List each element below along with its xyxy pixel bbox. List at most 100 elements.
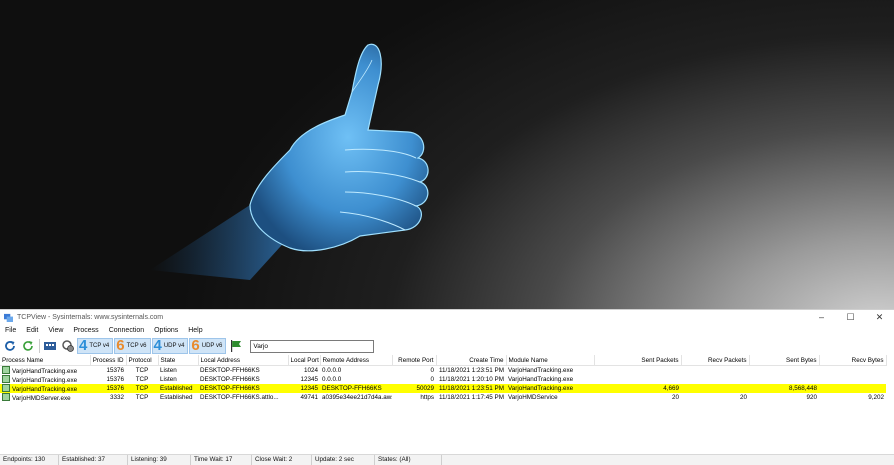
process-name: VarjoHandTracking.exe: [12, 377, 78, 384]
col-module-name[interactable]: Module Name: [506, 355, 595, 366]
network-card-icon: [44, 342, 56, 350]
col-local-address[interactable]: Local Address: [198, 355, 289, 366]
table-header: Process Name Process ID Protocol State L…: [0, 355, 887, 366]
table-cell: 15376: [106, 367, 124, 374]
col-local-port[interactable]: Local Port: [288, 355, 321, 366]
table-cell: TCP: [135, 394, 149, 401]
process-name-cell: VarjoHandTracking.exe: [0, 384, 90, 393]
table-cell: TCP: [126, 384, 158, 393]
flag-icon: [231, 340, 242, 352]
settings-button[interactable]: [60, 338, 76, 354]
col-protocol[interactable]: Protocol: [126, 355, 159, 366]
table-cell: DESKTOP-FFH66KS: [320, 384, 392, 393]
tcp-v4-label: TCP v4: [89, 343, 110, 349]
autorefresh-button[interactable]: [20, 338, 36, 354]
table-cell: Listen: [160, 367, 177, 374]
menu-file[interactable]: File: [0, 325, 21, 336]
menu-process[interactable]: Process: [68, 325, 103, 336]
table-cell: DESKTOP-FFH66KS: [200, 367, 260, 374]
table-row[interactable]: VarjoHandTracking.exe 15376 TCP Listen D…: [0, 375, 886, 384]
table-cell: 0: [430, 367, 434, 374]
col-recv-packets[interactable]: Recv Packets: [681, 355, 750, 366]
table-cell: 3332: [109, 394, 124, 401]
connections-table: Process Name Process ID Protocol State L…: [0, 355, 887, 402]
table-cell: 4,669: [594, 384, 681, 393]
table-cell: VarjoHandTracking.exe: [506, 384, 594, 393]
tcp-v6-number: 6: [116, 337, 125, 354]
process-name-cell: VarjoHandTracking.exe: [0, 366, 90, 375]
window-title: TCPView - Sysinternals: www.sysinternals…: [17, 313, 164, 321]
table-cell: [749, 366, 819, 376]
menu-view[interactable]: View: [43, 325, 68, 336]
col-remote-address[interactable]: Remote Address: [320, 355, 393, 366]
udp-v6-toggle[interactable]: 6 UDP v6: [189, 338, 227, 354]
process-icon: [2, 393, 10, 401]
col-sent-bytes[interactable]: Sent Bytes: [749, 355, 820, 366]
table-cell: 50029: [392, 384, 436, 393]
thumbs-up-hand-image: [150, 43, 429, 280]
table-cell: [681, 384, 749, 393]
table-row[interactable]: VarjoHandTracking.exe 15376 TCP Listen D…: [0, 366, 886, 376]
process-icon: [2, 384, 10, 392]
table-cell: 49741: [300, 394, 318, 401]
table-cell: 12345: [300, 376, 318, 383]
table-cell: 11/18/2021 1:23:51 PM: [438, 367, 504, 374]
table-cell: [819, 384, 886, 393]
menu-edit[interactable]: Edit: [21, 325, 43, 336]
col-sent-packets[interactable]: Sent Packets: [594, 355, 682, 366]
title-bar: TCPView - Sysinternals: www.sysinternals…: [0, 310, 894, 324]
table-cell: 15376: [106, 376, 124, 383]
menu-options[interactable]: Options: [149, 325, 183, 336]
col-remote-port[interactable]: Remote Port: [392, 355, 437, 366]
minimize-icon[interactable]: –: [807, 310, 836, 324]
col-state[interactable]: State: [158, 355, 199, 366]
window-controls: – ☐ ✕: [807, 310, 894, 324]
separator: [39, 339, 40, 353]
col-process-name[interactable]: Process Name: [0, 355, 91, 366]
udp-v6-label: UDP v6: [201, 343, 223, 349]
close-icon[interactable]: ✕: [865, 310, 894, 324]
process-name: VarjoHMDServer.exe: [12, 395, 71, 402]
col-process-id[interactable]: Process ID: [90, 355, 127, 366]
save-button[interactable]: [42, 338, 58, 354]
table-cell: 8,568,448: [749, 384, 819, 393]
process-icon: [2, 366, 10, 374]
menu-bar: File Edit View Process Connection Option…: [0, 325, 208, 336]
col-create-time[interactable]: Create Time: [436, 355, 507, 366]
udp-v4-toggle[interactable]: 4 UDP v4: [151, 338, 189, 354]
table-cell: VarjoHMDService: [508, 394, 558, 401]
table-cell: 920: [806, 394, 817, 401]
table-cell: [819, 366, 886, 376]
table-cell: [594, 366, 681, 376]
table-cell: https: [420, 394, 434, 401]
table-cell: Established: [158, 384, 198, 393]
table-cell: 15376: [90, 384, 126, 393]
table-cell: TCP: [135, 367, 149, 374]
table-cell: Listen: [160, 376, 177, 383]
table-row-selected[interactable]: VarjoHandTracking.exe 15376 TCP Establis…: [0, 384, 886, 393]
tcpview-window: TCPView - Sysinternals: www.sysinternals…: [0, 309, 894, 465]
table-cell: 11/18/2021 1:20:10 PM: [438, 376, 504, 383]
gear-icon: [62, 340, 74, 352]
states-filter-button[interactable]: [228, 338, 244, 354]
menu-connection[interactable]: Connection: [104, 325, 149, 336]
table-cell: [681, 366, 749, 376]
tcp-v6-toggle[interactable]: 6 TCP v6: [114, 337, 151, 354]
maximize-icon[interactable]: ☐: [836, 310, 865, 324]
table-cell: VarjoHandTracking.exe: [508, 376, 574, 383]
autorefresh-icon: [23, 341, 33, 351]
table-cell: 12345: [288, 384, 320, 393]
table-cell: 1024: [303, 367, 318, 374]
tcp-v4-toggle[interactable]: 4 TCP v4: [77, 338, 114, 354]
col-recv-bytes[interactable]: Recv Bytes: [819, 355, 887, 366]
app-icon: [4, 313, 13, 322]
menu-help[interactable]: Help: [183, 325, 207, 336]
table-cell: 9,202: [868, 394, 884, 401]
search-input[interactable]: Varjo: [250, 339, 375, 353]
table-cell: DESKTOP-FFH66KS.attlo...: [200, 394, 279, 401]
process-name-cell: VarjoHandTracking.exe: [0, 375, 90, 384]
table-cell: Established: [160, 394, 193, 401]
refresh-button[interactable]: [2, 338, 18, 354]
table-cell: 0.0.0.0: [322, 367, 342, 374]
table-row[interactable]: VarjoHMDServer.exe 3332 TCP Established …: [0, 393, 886, 402]
